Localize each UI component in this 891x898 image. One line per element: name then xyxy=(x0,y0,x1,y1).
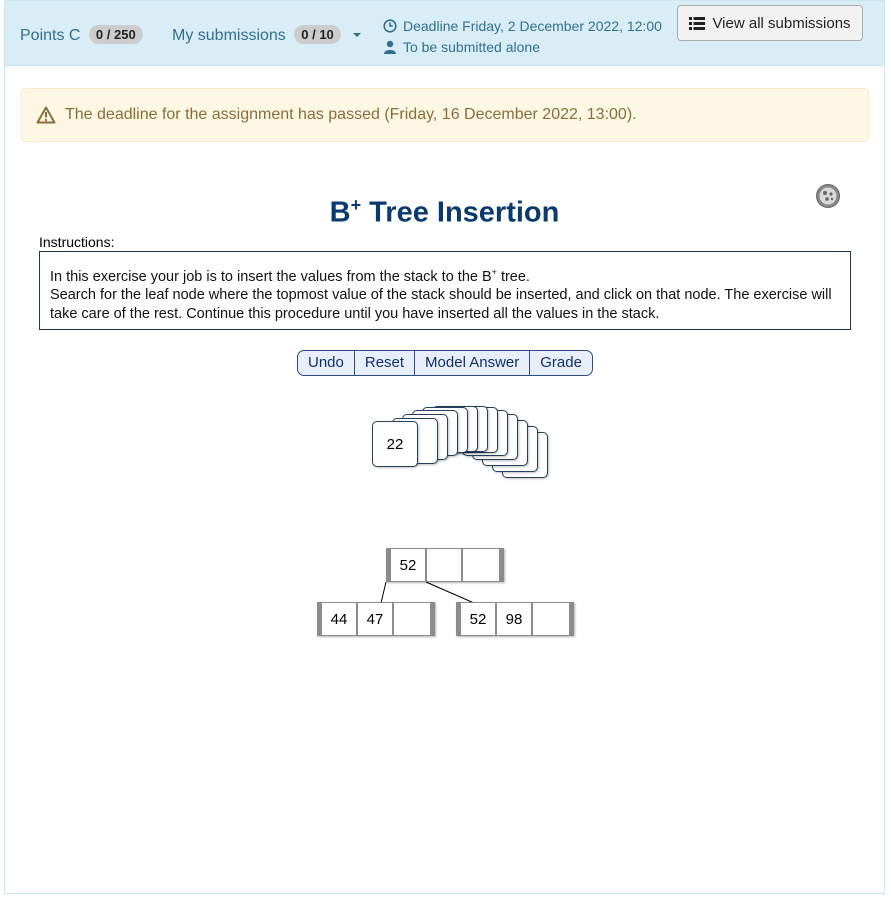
node-key xyxy=(533,603,569,635)
node-key xyxy=(394,603,430,635)
node-key xyxy=(463,549,499,581)
tree-leaf-node-right[interactable]: 52 98 xyxy=(456,602,574,636)
node-key: 98 xyxy=(497,603,533,635)
node-key: 52 xyxy=(461,603,497,635)
tree-leaf-node-left[interactable]: 44 47 xyxy=(317,602,435,636)
node-key: 52 xyxy=(391,549,427,581)
node-key: 47 xyxy=(358,603,394,635)
tree-root-node[interactable]: 52 xyxy=(386,548,504,582)
tree-edges xyxy=(380,581,475,604)
node-key: 44 xyxy=(322,603,358,635)
node-key xyxy=(427,549,463,581)
exercise-panel: Points C 0 / 250 My submissions 0 / 10 D… xyxy=(4,0,885,894)
